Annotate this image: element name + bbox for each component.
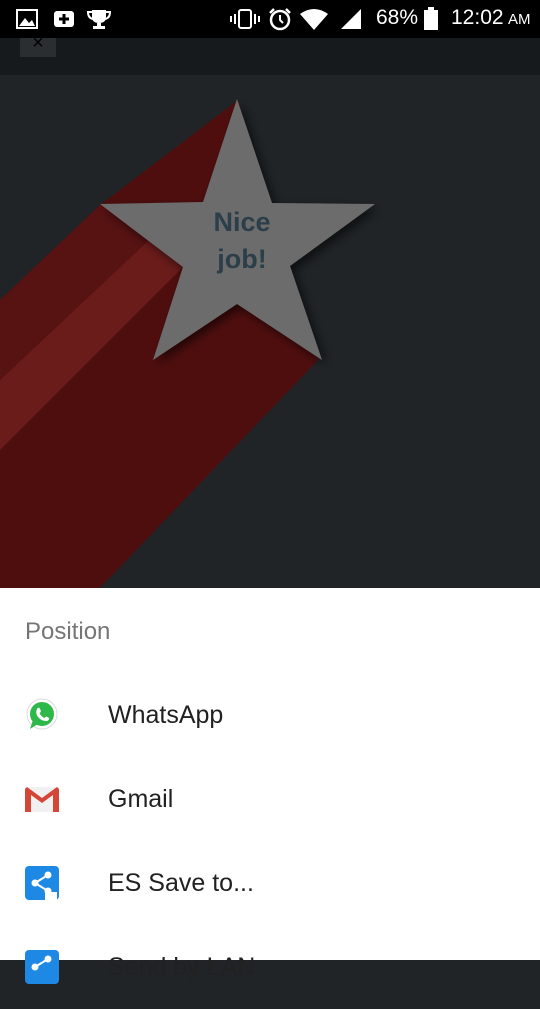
gallery-icon: [16, 9, 38, 29]
clock-time: 12:02: [451, 6, 504, 29]
star-text-line2: job!: [216, 244, 266, 274]
status-bar: 68% 12:02 AM: [0, 0, 540, 38]
share-item-es-lan[interactable]: Send by LAN: [0, 925, 540, 1009]
close-button[interactable]: ×: [20, 33, 56, 57]
add-icon: [54, 11, 74, 27]
battery-percent: 68%: [376, 6, 419, 29]
close-icon: ×: [32, 32, 44, 54]
achievement-illustration: Nice job!: [0, 75, 540, 588]
share-item-label: Send by LAN: [108, 953, 256, 981]
share-sheet-title: Position: [25, 618, 111, 645]
share-item-es-save[interactable]: ES Save to...: [0, 841, 540, 925]
clock-ampm: AM: [508, 11, 531, 28]
battery-icon: [424, 7, 438, 30]
vibrate-icon: [230, 9, 260, 29]
shooting-star-graphic: Nice job!: [0, 99, 375, 588]
es-lan-icon: [25, 950, 59, 984]
app-toolbar: [0, 38, 540, 75]
share-item-label: Gmail: [108, 785, 174, 813]
share-item-label: WhatsApp: [108, 701, 224, 729]
whatsapp-icon: [26, 698, 58, 730]
es-save-icon: [25, 866, 59, 900]
share-item-gmail[interactable]: Gmail: [0, 757, 540, 841]
alarm-icon: [269, 8, 291, 31]
share-item-whatsapp[interactable]: WhatsApp: [0, 673, 540, 757]
signal-icon: [341, 9, 361, 29]
trophy-icon: [86, 10, 112, 29]
gmail-icon: [25, 787, 59, 812]
share-item-label: ES Save to...: [108, 869, 254, 897]
wifi-icon: [300, 9, 328, 30]
star-text-line1: Nice: [213, 207, 270, 237]
